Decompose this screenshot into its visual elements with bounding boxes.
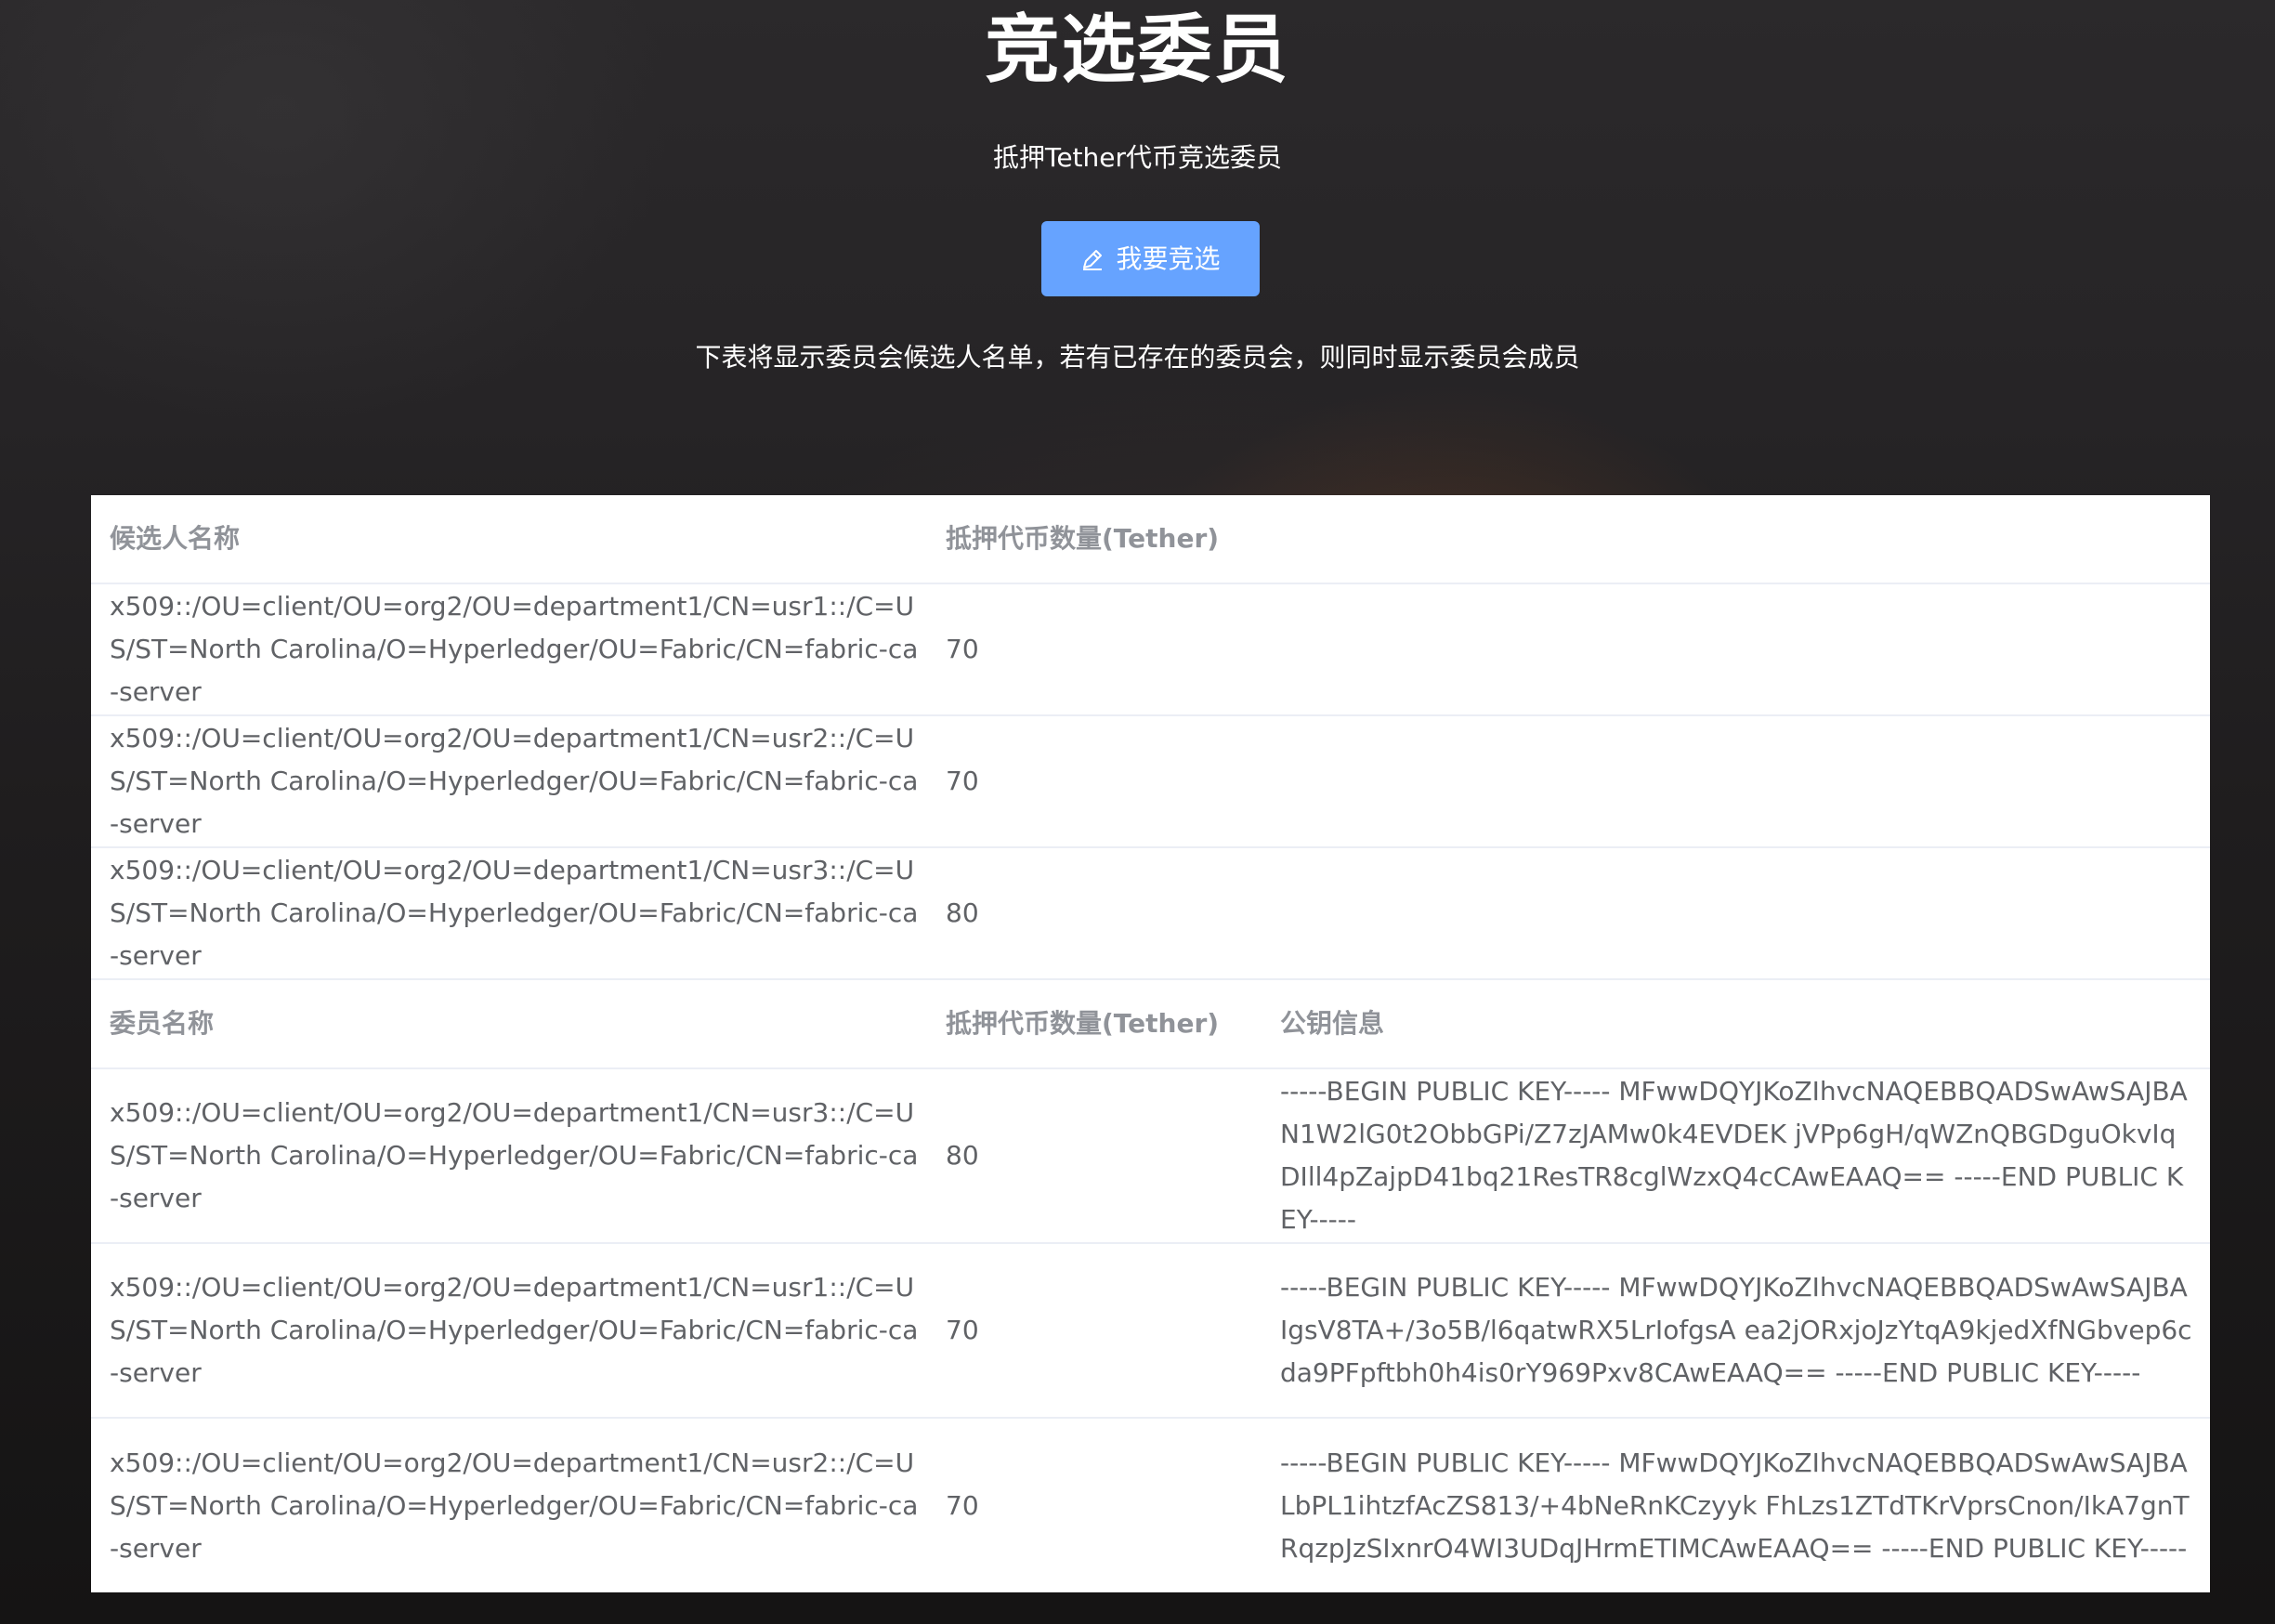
hero-section: 竞选委员 抵押Tether代币竞选委员 我要竞选 下表将显示委员会候选人名单，若… bbox=[0, 0, 2275, 492]
committee-table: 候选人名称 抵押代币数量(Tether) x509::/OU=client/OU… bbox=[91, 495, 2210, 1592]
table-row: x509::/OU=client/OU=org2/OU=department1/… bbox=[91, 584, 2210, 716]
header-candidate-name: 候选人名称 bbox=[110, 523, 241, 554]
candidate-amount: 70 bbox=[946, 766, 979, 796]
members-header-row: 委员名称 抵押代币数量(Tether) 公钥信息 bbox=[91, 980, 2210, 1069]
header-member-name: 委员名称 bbox=[110, 1008, 215, 1039]
member-amount: 70 bbox=[946, 1315, 979, 1345]
member-name: x509::/OU=client/OU=org2/OU=department1/… bbox=[110, 1272, 919, 1388]
member-amount: 70 bbox=[946, 1489, 979, 1521]
header-stake-amount: 抵押代币数量(Tether) bbox=[946, 523, 1220, 554]
member-name: x509::/OU=client/OU=org2/OU=department1/… bbox=[110, 1447, 919, 1564]
table-description: 下表将显示委员会候选人名单，若有已存在的委员会，则同时显示委员会成员 bbox=[695, 342, 1580, 373]
page-subtitle: 抵押Tether代币竞选委员 bbox=[992, 142, 1283, 173]
table-row: x509::/OU=client/OU=org2/OU=department1/… bbox=[91, 716, 2210, 848]
table-row: x509::/OU=client/OU=org2/OU=department1/… bbox=[91, 1069, 2210, 1244]
header-public-key: 公钥信息 bbox=[1280, 1008, 1385, 1039]
table-row: x509::/OU=client/OU=org2/OU=department1/… bbox=[91, 848, 2210, 980]
member-public-key: -----BEGIN PUBLIC KEY----- MFwwDQYJKoZIh… bbox=[1280, 1076, 2188, 1235]
candidate-amount: 80 bbox=[946, 897, 979, 928]
member-amount: 80 bbox=[946, 1140, 979, 1171]
candidate-name: x509::/OU=client/OU=org2/OU=department1/… bbox=[110, 591, 919, 707]
member-public-key: -----BEGIN PUBLIC KEY----- MFwwDQYJKoZIh… bbox=[1280, 1447, 2190, 1564]
candidates-header-row: 候选人名称 抵押代币数量(Tether) bbox=[91, 495, 2210, 584]
table-row: x509::/OU=client/OU=org2/OU=department1/… bbox=[91, 1419, 2210, 1592]
member-name: x509::/OU=client/OU=org2/OU=department1/… bbox=[110, 1097, 919, 1213]
candidate-amount: 70 bbox=[946, 634, 979, 664]
run-for-election-label: 我要竞选 bbox=[1116, 243, 1221, 274]
member-public-key: -----BEGIN PUBLIC KEY----- MFwwDQYJKoZIh… bbox=[1280, 1272, 2192, 1388]
candidate-name: x509::/OU=client/OU=org2/OU=department1/… bbox=[110, 723, 919, 839]
table-row: x509::/OU=client/OU=org2/OU=department1/… bbox=[91, 1244, 2210, 1419]
candidate-name: x509::/OU=client/OU=org2/OU=department1/… bbox=[110, 855, 919, 971]
header-member-stake-amount: 抵押代币数量(Tether) bbox=[946, 1008, 1220, 1039]
edit-pencil-icon bbox=[1080, 247, 1105, 271]
page-title: 竞选委员 bbox=[985, 7, 1290, 93]
run-for-election-button[interactable]: 我要竞选 bbox=[1041, 221, 1260, 296]
